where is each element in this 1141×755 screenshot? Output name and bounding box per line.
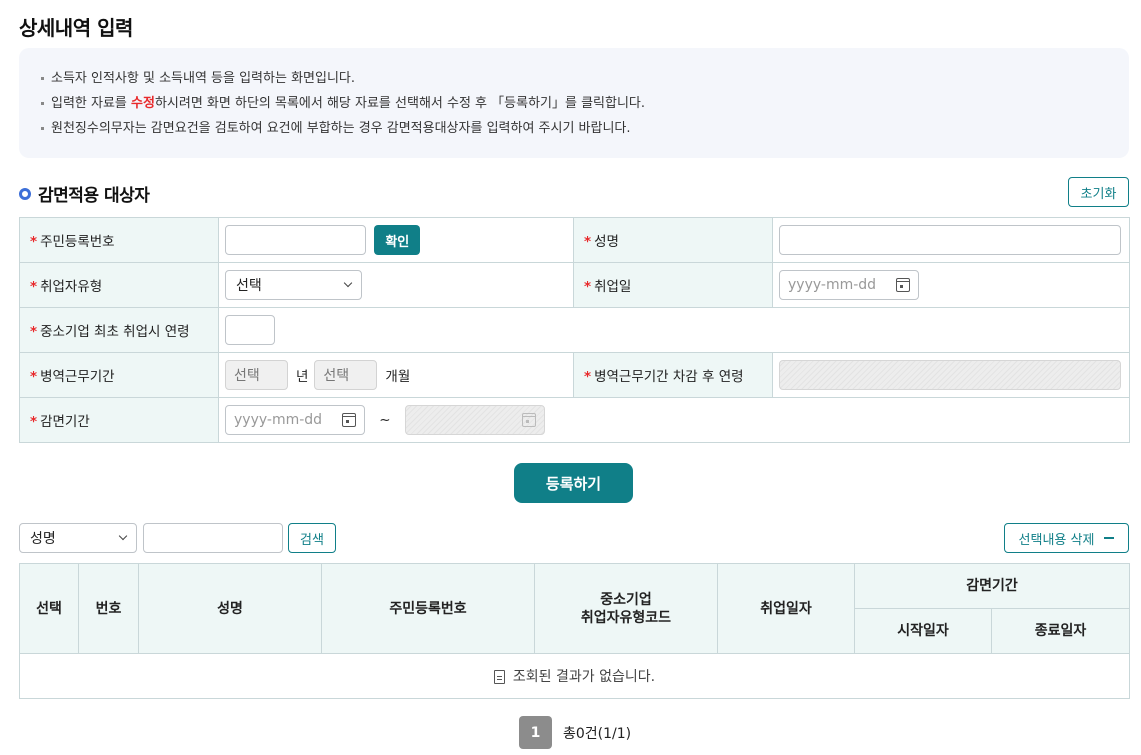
notice-line-1: 소득자 인적사항 및 소득내역 등을 입력하는 화면입니다. xyxy=(41,66,1107,91)
resident-no-label: * 주민등록번호 xyxy=(19,217,219,263)
first-employment-age-label: * 중소기업 최초 취업시 연령 xyxy=(19,307,219,353)
reduction-period-label: * 감면기간 xyxy=(19,397,219,443)
resident-no-input[interactable] xyxy=(225,225,366,255)
notice-highlight: 수정 xyxy=(131,96,155,111)
notice-box: 소득자 인적사항 및 소득내역 등을 입력하는 화면입니다. 입력한 자료를 수… xyxy=(19,48,1129,158)
reset-button[interactable]: 초기화 xyxy=(1068,177,1129,207)
name-input[interactable] xyxy=(779,225,1121,255)
search-field-select[interactable]: 성명 xyxy=(19,523,137,553)
result-table: 선택 번호 성명 주민등록번호 중소기업 취업자유형코드 취업일자 감면기간 시작… xyxy=(19,563,1130,699)
col-name: 성명 xyxy=(138,563,322,654)
range-separator: ~ xyxy=(379,412,391,428)
employment-type-select[interactable]: 선택 xyxy=(225,270,362,300)
bullet-ring-icon xyxy=(19,187,31,200)
first-employment-age-input[interactable] xyxy=(225,315,275,345)
minus-icon xyxy=(1104,537,1115,539)
employment-type-label: * 취업자유형 xyxy=(19,262,219,308)
notice-line-2-suffix: 하시려면 화면 하단의 목록에서 해당 자료를 선택해서 수정 후 「등록하기」… xyxy=(154,96,646,111)
reduction-start-input[interactable]: yyyy-mm-dd xyxy=(225,405,365,435)
col-select: 선택 xyxy=(19,563,79,654)
search-button[interactable]: 검색 xyxy=(288,523,336,553)
reduction-end-input xyxy=(404,405,545,435)
col-resident-no: 주민등록번호 xyxy=(321,563,535,654)
calendar-icon[interactable] xyxy=(342,413,356,427)
subject-form: * 주민등록번호 확인 * 성명 * 취업자유형 선택 * 취업일 yyyy-mm-dd… xyxy=(19,217,1130,443)
col-number: 번호 xyxy=(78,563,139,654)
col-sme-type-code: 중소기업 취업자유형코드 xyxy=(534,563,718,654)
employment-date-label: * 취업일 xyxy=(573,262,773,308)
page-button-1[interactable]: 1 xyxy=(519,716,552,749)
empty-message: 조회된 결과가 없습니다. xyxy=(512,669,656,685)
military-period-label: * 병역근무기간 xyxy=(19,352,219,398)
register-button[interactable]: 등록하기 xyxy=(514,463,633,503)
name-label: * 성명 xyxy=(573,217,773,263)
search-bar: 성명 검색 xyxy=(19,523,336,553)
confirm-button[interactable]: 확인 xyxy=(374,225,421,255)
chevron-down-icon xyxy=(343,278,353,288)
calendar-icon[interactable] xyxy=(896,278,910,292)
col-start-date: 시작일자 xyxy=(854,608,992,654)
section-title-text: 감면적용 대상자 xyxy=(38,186,150,206)
notice-line-2: 입력한 자료를 수정하시려면 화면 하단의 목록에서 해당 자료를 선택해서 수… xyxy=(41,91,1107,116)
calendar-icon xyxy=(521,413,536,427)
notice-line-3: 원천징수의무자는 감면요건을 검토하여 요건에 부합하는 경우 감면적용대상자를… xyxy=(41,116,1107,141)
age-after-military-input xyxy=(779,360,1121,390)
section-title: 감면적용 대상자 xyxy=(19,181,150,206)
page-title: 상세내역 입력 xyxy=(19,16,133,40)
col-reduction-period: 감면기간 xyxy=(854,563,1130,609)
military-year-select[interactable]: 선택 xyxy=(225,360,288,390)
month-unit: 개월 xyxy=(385,369,411,385)
total-count: 총0건(1/1) xyxy=(563,725,632,742)
col-end-date: 종료일자 xyxy=(991,608,1130,654)
document-icon xyxy=(493,670,505,684)
year-unit: 년 xyxy=(296,369,309,385)
age-after-military-label: * 병역근무기간 차감 후 연령 xyxy=(573,352,773,398)
employment-date-input[interactable]: yyyy-mm-dd xyxy=(779,270,919,300)
delete-selected-button[interactable]: 선택내용 삭제 xyxy=(1004,523,1129,553)
notice-line-2-prefix: 입력한 자료를 xyxy=(51,96,132,111)
empty-row: 조회된 결과가 없습니다. xyxy=(19,653,1130,699)
chevron-down-icon xyxy=(118,531,128,541)
search-input[interactable] xyxy=(143,523,283,553)
pagination: 1 총0건(1/1) xyxy=(519,716,631,749)
military-month-select[interactable]: 선택 xyxy=(314,360,378,390)
col-employment-date: 취업일자 xyxy=(717,563,855,654)
